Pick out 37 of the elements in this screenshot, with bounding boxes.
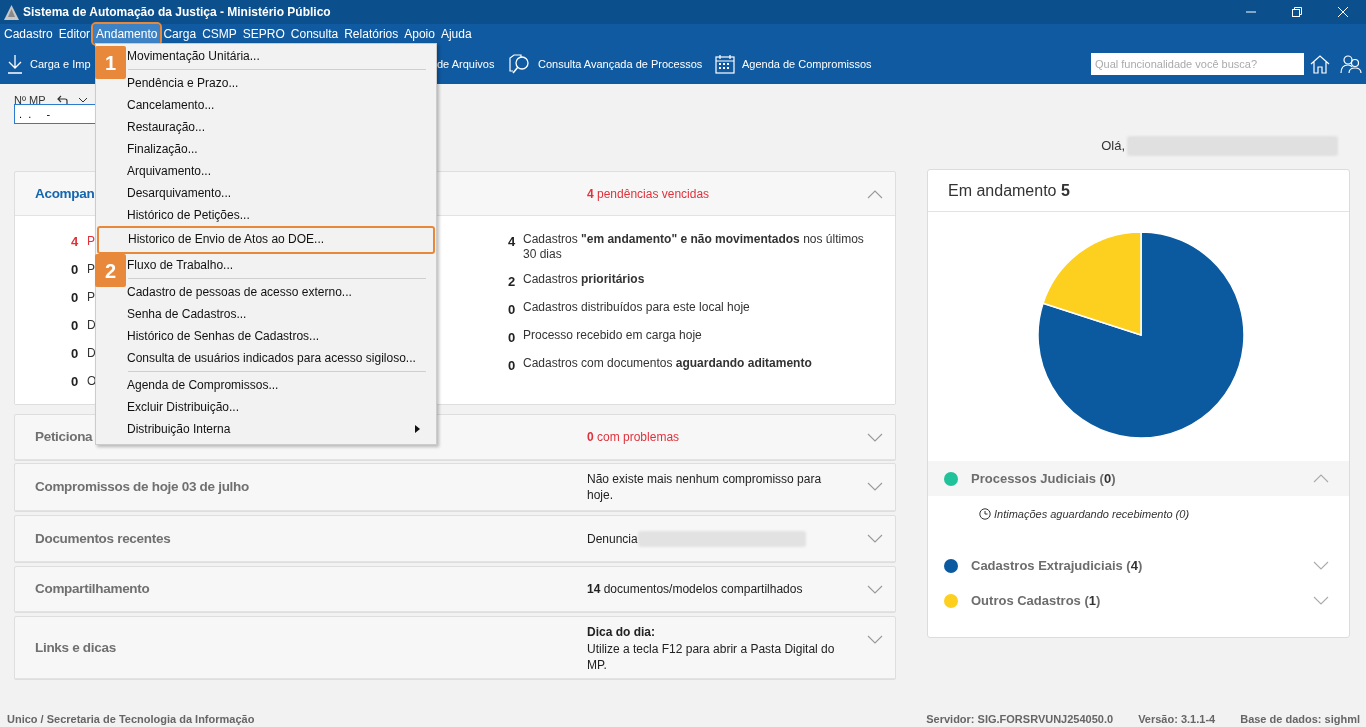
list-item-text: P (87, 289, 95, 306)
list-item-text: Cadastros distribuídos para este local hoje (523, 300, 751, 315)
count-number: 4 (71, 233, 80, 251)
window-title: Sistema de Automação da Justiça - Ministério Público (23, 4, 331, 21)
list-item-text: Processo recebido em carga hoje (523, 328, 703, 343)
panel-summary: Não existe mais nenhum compromisso para hoje. (587, 471, 823, 503)
count-number: 0 (508, 357, 517, 375)
list-item-text: Cadastros "em andamento" e não movimentados nos últimos 30 dias (523, 232, 865, 262)
footer-text: Unico / Secretaria de Tecnologia da Informação (7, 712, 255, 727)
panel-summary: Utilize a tecla F12 para abrir a Pasta Digital do MP. (587, 640, 836, 673)
panel-summary: 0 com problemas (587, 429, 680, 445)
count-number: 0 (71, 317, 80, 335)
count-number: 2 (508, 273, 517, 291)
list-item-text: P (87, 261, 95, 278)
count-number: 0 (71, 261, 80, 279)
panel-summary: Denuncia (587, 530, 638, 547)
count-number: 0 (71, 345, 80, 363)
list-item-text: Cadastros com documentos aguardando aditamento (523, 356, 813, 371)
list-item-text: P (87, 233, 95, 250)
panel-summary: 14 documentos/modelos compartilhados (587, 581, 803, 597)
count-number: 4 (508, 233, 517, 251)
greeting-text: Olá, (1101, 137, 1125, 156)
status-text: Base de dados: sighml (1240, 712, 1360, 727)
list-item-text: D (87, 345, 96, 362)
list-item-text: D (87, 317, 96, 334)
count-number: 0 (71, 373, 80, 391)
panel-title: Em andamento 5 (948, 180, 1070, 201)
step-number-badge: 1 (95, 46, 126, 79)
count-number: 0 (508, 329, 517, 347)
count-number: 0 (508, 301, 517, 319)
count-number: 0 (71, 289, 80, 307)
status-text: Versão: 3.1.1-4 (1138, 712, 1216, 727)
panel-summary: 4 pendências vencidas (587, 185, 710, 202)
tip-heading: Dica do dia: (587, 623, 656, 641)
status-text: Servidor: SIG.FORSRVUNJ254050.0 (926, 712, 1114, 727)
list-item-text: Cadastros prioritários (523, 272, 646, 287)
step-number-badge: 2 (95, 254, 126, 287)
